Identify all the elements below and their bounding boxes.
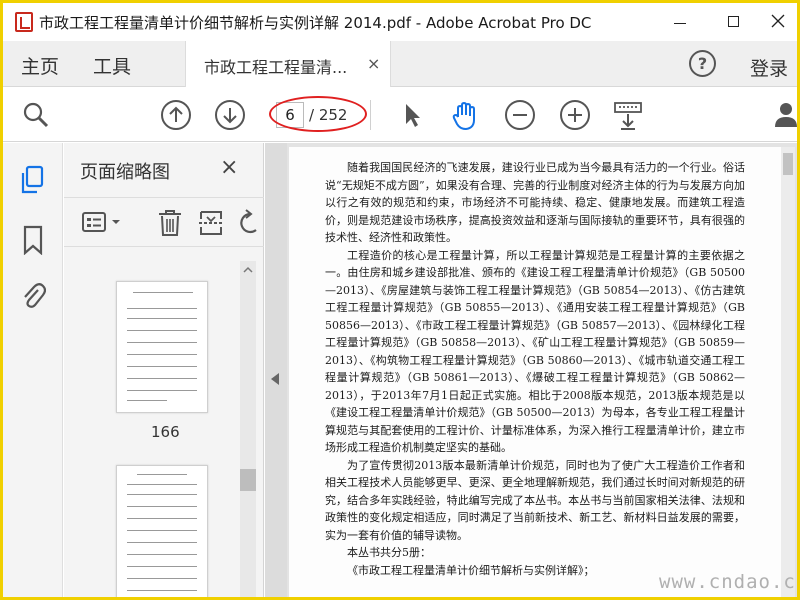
menu-bar: 主页 工具 市政工程工程量清... × ? 登录 (3, 41, 797, 87)
thumb-text-line (127, 590, 197, 591)
scroll-up-arrow-icon[interactable] (240, 263, 256, 277)
page-text: 随着我国国民经济的飞速发展，建设行业已成为当今最具有活力的一个行业。俗话说“无规… (325, 159, 745, 579)
thumb-text-line (127, 366, 197, 367)
thumbnails-scrollbar[interactable] (240, 261, 256, 597)
paragraph: 本丛书共分5册： (347, 546, 431, 559)
tools-menu[interactable]: 工具 (93, 52, 131, 79)
thumbnail-options-icon[interactable] (82, 210, 122, 236)
delete-icon[interactable] (156, 208, 184, 238)
minimize-icon (674, 23, 686, 24)
thumb-text-line (127, 506, 197, 507)
minimize-button[interactable] (657, 3, 703, 39)
insert-page-icon[interactable] (198, 208, 224, 238)
paragraph: 随着我国国民经济的飞速发展，建设行业已成为当今最具有活力的一个行业。俗话说“无规… (325, 161, 745, 244)
login-button[interactable]: 登录 (750, 54, 788, 81)
thumbnail-page-label: 166 (151, 423, 180, 441)
thumb-text-line (127, 578, 197, 579)
toolbar: 6 / 252 (3, 88, 797, 142)
thumb-text-line (127, 554, 197, 555)
maximize-icon (728, 16, 739, 27)
thumb-text-line (127, 342, 197, 343)
document-view: 随着我国国民经济的飞速发展，建设行业已成为当今最具有活力的一个行业。俗话说“无规… (287, 143, 797, 597)
navigation-rail (3, 143, 63, 597)
panel-toolbar (64, 197, 264, 247)
collapse-arrow-icon[interactable] (271, 373, 279, 385)
page-highlight-annotation (269, 96, 367, 132)
title-bar: 市政工程工程量清单计价细节解析与实例详解 2014.pdf - Adobe Ac… (3, 3, 797, 41)
user-icon[interactable] (773, 100, 797, 130)
paragraph: 为了宣传贯彻2013版本最新清单计价规范，同时也为了使广大工程造价工作者和相关工… (325, 458, 745, 542)
thumb-text-line (127, 484, 197, 485)
thumb-text-line (127, 308, 197, 309)
thumb-text-line (137, 474, 187, 475)
page-thumbnails-icon[interactable] (20, 165, 46, 195)
pdf-page: 随着我国国民经济的飞速发展，建设行业已成为当今最具有活力的一个行业。俗话说“无规… (289, 147, 782, 597)
page-down-icon[interactable] (215, 100, 245, 130)
page-up-icon[interactable] (161, 100, 191, 130)
panel-splitter[interactable] (265, 143, 287, 597)
panel-title: 页面缩略图 (80, 162, 170, 183)
thumb-text-line (127, 530, 197, 531)
watermark: www.cndao.com (659, 571, 797, 593)
document-tab-label: 市政工程工程量清... (204, 58, 348, 77)
document-tab[interactable]: 市政工程工程量清... × (185, 41, 391, 87)
home-menu[interactable]: 主页 (21, 52, 59, 79)
hand-tool-icon[interactable] (449, 100, 479, 131)
close-window-button[interactable] (755, 3, 797, 39)
panel-close-icon[interactable]: × (220, 155, 238, 180)
search-zoom-icon[interactable] (21, 100, 51, 130)
thumb-text-line (133, 292, 193, 293)
thumbnails-panel: 页面缩略图 × 166 (64, 143, 264, 597)
thumb-text-line (127, 354, 197, 355)
keyboard-icon[interactable] (613, 100, 643, 130)
thumb-text-line (127, 566, 197, 567)
help-icon[interactable]: ? (689, 50, 716, 77)
thumb-text-line (127, 378, 197, 379)
window-title: 市政工程工程量清单计价细节解析与实例详解 2014.pdf - Adobe Ac… (39, 14, 592, 32)
select-arrow-icon[interactable] (397, 100, 427, 130)
zoom-in-icon[interactable] (560, 100, 590, 130)
document-scrollbar[interactable] (781, 147, 795, 597)
thumb-text-line (127, 400, 167, 401)
tab-close-icon[interactable]: × (367, 54, 380, 73)
acrobat-app-icon (15, 12, 33, 32)
page-thumbnail[interactable] (116, 465, 208, 597)
thumb-text-line (127, 518, 197, 519)
paragraph: 工程造价的核心是工程量计算，所以工程量计算规范是工程量计算的主要依据之一。由住房… (325, 248, 745, 455)
attachment-icon[interactable] (20, 281, 47, 311)
scrollbar-thumb[interactable] (783, 153, 793, 175)
thumb-text-line (127, 542, 197, 543)
maximize-button[interactable] (711, 3, 757, 39)
page-thumbnail[interactable] (116, 281, 208, 413)
zoom-out-icon[interactable] (505, 100, 535, 130)
thumb-text-line (127, 390, 197, 391)
close-icon (771, 14, 785, 28)
thumb-text-line (127, 318, 197, 319)
rotate-icon[interactable] (236, 208, 264, 238)
scrollbar-thumb[interactable] (240, 469, 256, 491)
bookmark-icon[interactable] (20, 225, 46, 256)
thumb-text-line (127, 330, 197, 331)
toolbar-separator (370, 100, 371, 130)
acrobat-window: 市政工程工程量清单计价细节解析与实例详解 2014.pdf - Adobe Ac… (3, 3, 797, 597)
thumb-text-line (127, 494, 197, 495)
